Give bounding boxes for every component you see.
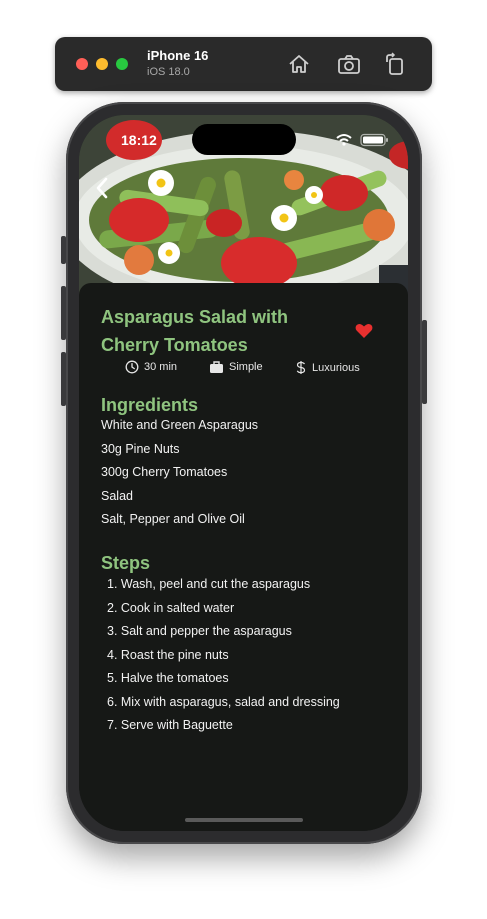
rotate-button[interactable]	[382, 51, 408, 77]
battery-icon	[360, 133, 388, 147]
recipe-title: Asparagus Salad with Cherry Tomatoes	[101, 307, 289, 355]
ingredient-item: 300g Cherry Tomatoes	[101, 465, 228, 479]
zoom-window-button[interactable]	[116, 58, 128, 70]
volume-down-button	[61, 352, 66, 406]
ingredient-item: 30g Pine Nuts	[101, 441, 180, 456]
close-window-button[interactable]	[76, 58, 88, 70]
os-version: iOS 18.0	[147, 66, 190, 78]
step-item: 6. Mix with asparagus, salad and dressin…	[107, 694, 340, 709]
step-item: 3. Salt and pepper the asparagus	[107, 624, 292, 638]
step-item: 2. Cook in salted water	[107, 600, 235, 615]
status-time: 18:12	[121, 132, 157, 148]
ingredient-item: White and Green Asparagus	[101, 418, 259, 432]
ingredient-item: Salad	[101, 488, 133, 503]
volume-up-button	[61, 286, 66, 340]
dynamic-island	[192, 124, 296, 155]
rotate-icon	[386, 52, 403, 75]
clock-icon	[125, 360, 139, 374]
screenshot-button[interactable]	[336, 51, 362, 77]
step-item: 4. Roast the pine nuts	[107, 647, 229, 662]
device-name: iPhone 16	[147, 48, 209, 63]
home-button[interactable]	[286, 51, 312, 77]
dollar-icon	[296, 361, 306, 374]
step-item: 7. Serve with Baguette	[107, 718, 233, 732]
favorite-button[interactable]	[355, 323, 373, 339]
duration: 30 min	[125, 360, 177, 374]
home-indicator[interactable]	[185, 818, 303, 822]
complexity-label: Simple	[229, 361, 263, 373]
wifi-icon	[336, 134, 352, 146]
power-button	[422, 320, 427, 404]
step-item: 5. Halve the tomatoes	[107, 671, 229, 685]
ingredient-item: Salt, Pepper and Olive Oil	[101, 512, 245, 526]
affordability: Luxurious	[295, 360, 360, 375]
ingredients-heading: Ingredients	[101, 395, 199, 415]
home-icon	[289, 55, 309, 73]
phone-screen: 18:12 Asparagus Salad with Cherry Tomato…	[79, 115, 408, 831]
ingredients-list: White and Green Asparagus 30g Pine Nuts …	[101, 414, 258, 532]
simulator-toolbar: iPhone 16 iOS 18.0	[55, 37, 432, 91]
action-button	[61, 236, 66, 264]
steps-list: 1. Wash, peel and cut the asparagus 2. C…	[107, 573, 340, 738]
affordability-label: Luxurious	[312, 361, 360, 374]
step-item: 1. Wash, peel and cut the asparagus	[107, 577, 311, 591]
duration-label: 30 min	[144, 361, 178, 373]
heart-icon	[355, 324, 373, 338]
recipe-details: Asparagus Salad with Cherry Tomatoes 30 …	[79, 283, 408, 831]
back-button[interactable]	[91, 173, 115, 203]
complexity: Simple	[209, 360, 263, 374]
briefcase-icon	[210, 361, 223, 373]
chevron-left-icon	[96, 177, 108, 199]
camera-icon	[338, 55, 360, 74]
minimize-window-button[interactable]	[96, 58, 108, 70]
status-icons	[336, 133, 388, 147]
steps-heading: Steps	[101, 553, 151, 573]
